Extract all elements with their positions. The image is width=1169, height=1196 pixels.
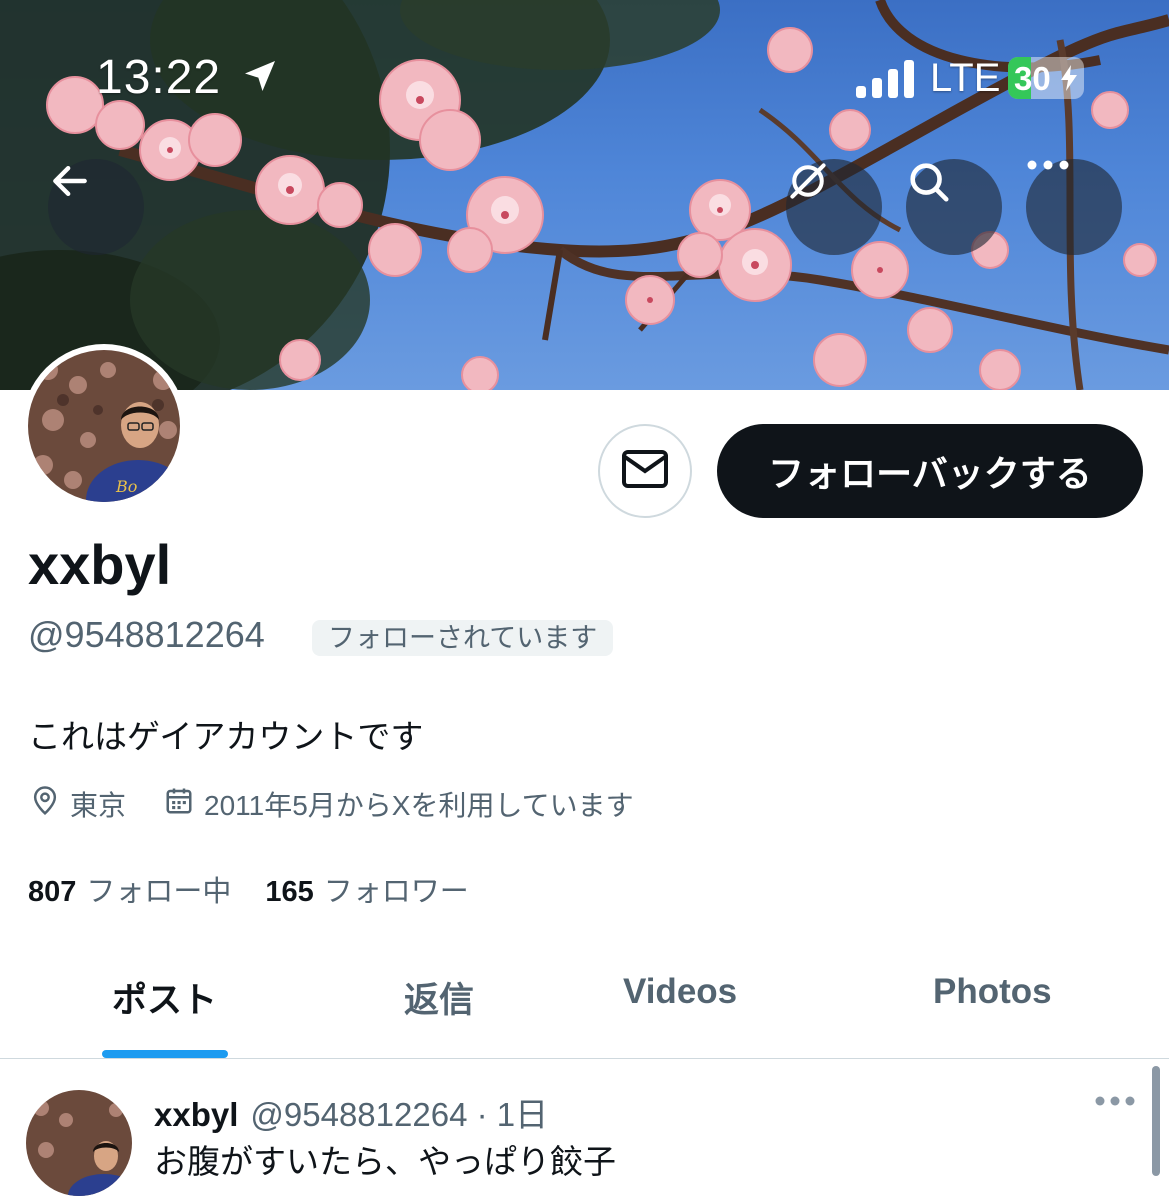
- status-time: 13:22: [96, 51, 222, 104]
- following-label: フォロー中: [86, 876, 232, 908]
- follow-stats: 807 フォロー中 165 フォロワー: [28, 868, 469, 910]
- following-count: 807: [28, 876, 77, 908]
- post-text[interactable]: お腹がすいたら、やっぱり餃子: [154, 1135, 616, 1183]
- network-type: LTE: [930, 56, 1001, 100]
- profile-joined-date: 2011年5月からXを利用しています: [164, 784, 634, 824]
- location-pin-icon: [30, 785, 60, 824]
- profile-avatar[interactable]: Bo: [22, 344, 186, 508]
- post-avatar-photo: [26, 1090, 132, 1196]
- battery-level: 30: [1014, 60, 1051, 97]
- location-text: 東京: [70, 790, 127, 821]
- post-header: xxbyl @9548812264 · 1日: [154, 1088, 548, 1136]
- followers-count: 165: [265, 876, 314, 908]
- user-handle: @9548812264: [28, 614, 265, 655]
- profile-tabs: ポスト 返信 Videos Photos: [0, 950, 1169, 1058]
- more-button[interactable]: [1026, 159, 1122, 255]
- scrollbar[interactable]: [1152, 1066, 1160, 1176]
- avatar-photo: Bo: [28, 350, 180, 502]
- calendar-icon: [164, 786, 194, 823]
- profile-bio: これはゲイアカウントです: [28, 718, 424, 755]
- tab-posts[interactable]: ポスト: [112, 972, 217, 1023]
- active-tab-indicator: [102, 1050, 228, 1058]
- profile-banner[interactable]: 13:22 LTE 30: [0, 0, 1169, 390]
- tab-photos[interactable]: Photos: [933, 972, 1052, 1012]
- battery-charging-icon: 30: [1008, 57, 1084, 99]
- post-more-icon[interactable]: [1094, 1094, 1136, 1112]
- tab-videos[interactable]: Videos: [623, 972, 737, 1012]
- profile-location: 東京: [30, 784, 126, 824]
- message-button[interactable]: [598, 424, 692, 518]
- post-author-meta: @9548812264 · 1日: [250, 1096, 549, 1133]
- svg-text:Bo: Bo: [115, 477, 137, 496]
- back-button[interactable]: [48, 159, 144, 255]
- follows-you-badge: フォローされています: [312, 620, 614, 656]
- search-button[interactable]: [906, 159, 1002, 255]
- follow-back-button[interactable]: フォローバックする: [717, 424, 1143, 518]
- display-name: xxbyl: [28, 533, 172, 596]
- tabs-divider: [0, 1058, 1169, 1059]
- tab-replies[interactable]: 返信: [404, 972, 474, 1023]
- hide-reposts-button[interactable]: [786, 159, 882, 255]
- followers-link[interactable]: 165 フォロワー: [265, 868, 468, 910]
- post-author-avatar[interactable]: [26, 1090, 132, 1196]
- following-link[interactable]: 807 フォロー中: [28, 868, 231, 910]
- joined-text: 2011年5月からXを利用しています: [204, 790, 634, 821]
- envelope-icon: [621, 449, 669, 494]
- followers-label: フォロワー: [323, 876, 469, 908]
- post-author-name[interactable]: xxbyl: [154, 1096, 238, 1133]
